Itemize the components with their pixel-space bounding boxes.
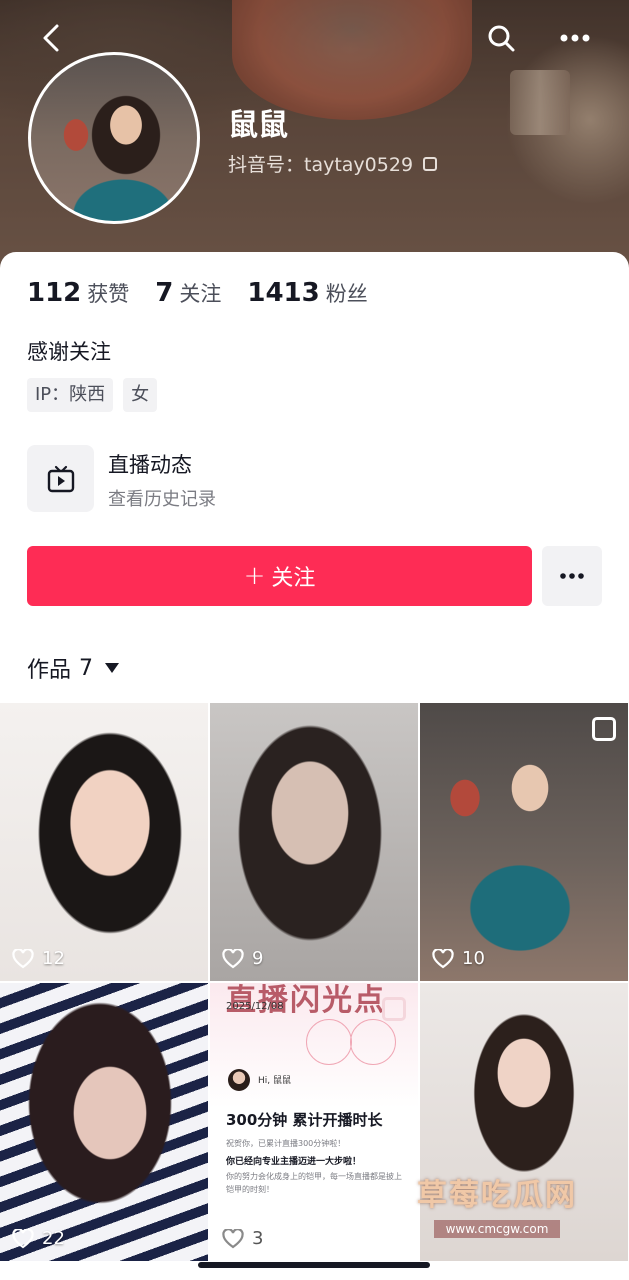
stat-label: 粉丝	[325, 282, 368, 306]
follow-more-button[interactable]	[542, 546, 602, 606]
works-label: 作品	[27, 658, 72, 683]
back-button[interactable]	[32, 18, 72, 58]
heart-icon	[432, 948, 454, 968]
report-circle-decor	[306, 1019, 352, 1065]
stat-likes[interactable]: 112 获赞	[27, 278, 129, 308]
tv-icon	[47, 465, 74, 492]
video-tile[interactable]: 22	[0, 983, 208, 1261]
stat-number: 112	[27, 278, 82, 308]
copy-icon[interactable]	[423, 156, 438, 171]
report-avatar	[228, 1069, 250, 1091]
report-circle-decor	[350, 1019, 396, 1065]
stat-number: 7	[155, 278, 174, 308]
report-date: 2025/12/08	[226, 1001, 284, 1012]
follow-button[interactable]: + 关注	[27, 546, 532, 606]
like-count: 12	[12, 948, 65, 969]
like-count-text: 10	[462, 948, 485, 969]
signature: 感谢关注	[27, 340, 111, 364]
watermark-text: 草莓吃瓜网	[417, 1178, 577, 1213]
heart-icon	[12, 948, 34, 968]
gender-tag: 女	[123, 378, 158, 412]
report-headline: 300分钟 累计开播时长	[226, 1111, 383, 1129]
live-subtitle[interactable]: 查看历史记录	[108, 485, 216, 511]
plus-icon: +	[243, 561, 266, 591]
watermark: 草莓吃瓜网 www.cmcgw.com	[402, 1170, 592, 1238]
live-title[interactable]: 直播动态	[108, 449, 192, 479]
heart-icon	[222, 1228, 244, 1248]
live-history-entry[interactable]	[27, 445, 94, 512]
ip-location-tag: IP：陕西	[27, 378, 114, 412]
heart-icon	[12, 1228, 34, 1248]
video-tile[interactable]: 10	[420, 703, 628, 981]
video-tile[interactable]: 9	[210, 703, 418, 981]
like-count-text: 22	[42, 1228, 65, 1249]
nickname: 鼠鼠	[228, 108, 288, 143]
tab-works[interactable]: 作品 7	[27, 652, 120, 684]
video-tile[interactable]: 直播闪光点 2025/12/08 Hi, 鼠鼠 300分钟 累计开播时长 祝贺你…	[210, 983, 418, 1261]
video-tile[interactable]: 12	[0, 703, 208, 981]
like-count-text: 3	[252, 1228, 264, 1249]
stat-number: 1413	[247, 278, 320, 308]
multi-image-icon	[382, 997, 406, 1021]
works-count: 7	[79, 655, 94, 681]
like-count: 10	[432, 948, 485, 969]
stat-label: 获赞	[87, 282, 130, 306]
home-indicator[interactable]	[198, 1262, 430, 1268]
report-line: 你的努力会化成身上的铠甲，每一场直播都是披上铠甲的时刻！	[226, 1172, 402, 1194]
report-line: 祝贺你，已累计直播300分钟啦！	[226, 1139, 346, 1148]
report-greeting: Hi, 鼠鼠	[258, 1076, 291, 1086]
more-options-button[interactable]	[555, 18, 595, 58]
heart-icon	[222, 948, 244, 968]
like-count: 22	[12, 1228, 65, 1249]
caret-down-icon	[105, 663, 120, 673]
more-dots-icon	[560, 573, 584, 579]
multi-image-icon	[592, 717, 616, 741]
search-button[interactable]	[481, 18, 521, 58]
stats-row: 112 获赞 7 关注 1413 粉丝	[27, 278, 394, 308]
more-dots-icon	[560, 34, 590, 42]
chevron-left-icon	[43, 24, 59, 52]
watermark-url: www.cmcgw.com	[433, 1220, 561, 1238]
like-count: 3	[222, 1228, 263, 1249]
like-count-text: 9	[252, 948, 264, 969]
stat-followers[interactable]: 1413 粉丝	[247, 278, 367, 308]
like-count-text: 12	[42, 948, 65, 969]
follow-label: 关注	[271, 566, 316, 591]
like-count: 9	[222, 948, 263, 969]
stat-following[interactable]: 7 关注	[155, 278, 221, 308]
search-icon	[488, 25, 515, 52]
douyin-id-text: 抖音号：taytay0529	[228, 154, 414, 176]
stat-label: 关注	[179, 282, 222, 306]
profile-tags: IP：陕西 女	[27, 378, 158, 412]
avatar[interactable]	[28, 52, 200, 224]
report-line: 你已经向专业主播迈进一大步啦！	[226, 1157, 362, 1167]
douyin-id[interactable]: 抖音号：taytay0529	[228, 150, 438, 177]
